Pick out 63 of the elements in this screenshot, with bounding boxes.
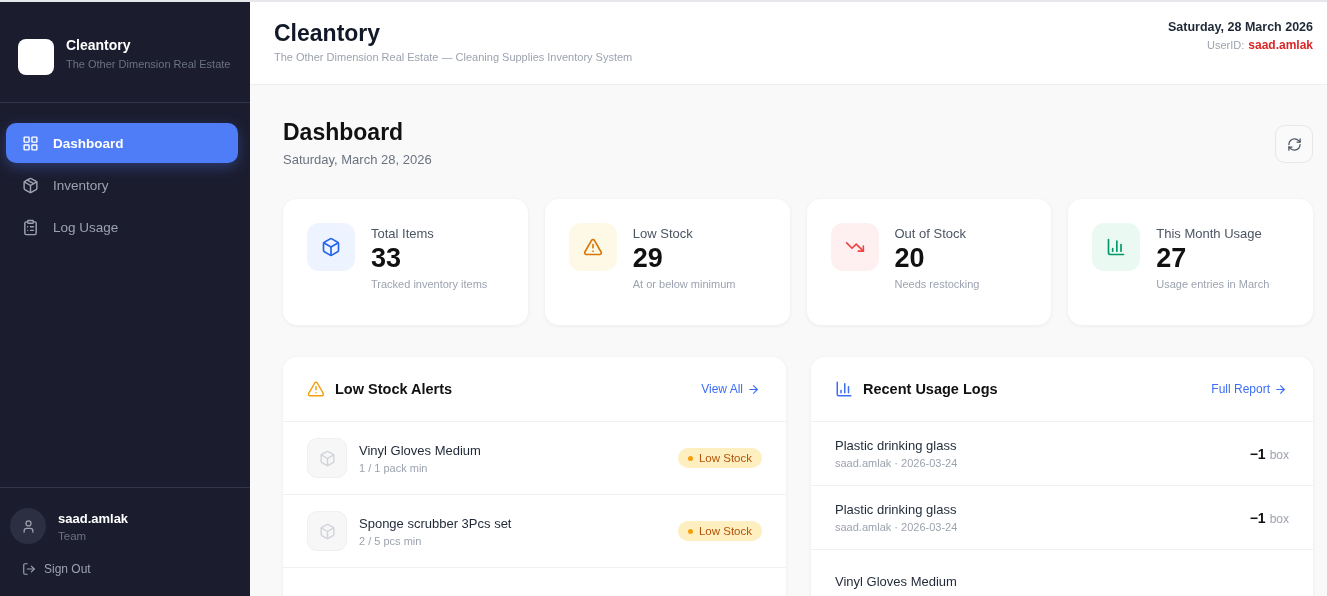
stat-note: At or below minimum	[632, 278, 736, 290]
log-item-name: Plastic drinking glass	[835, 438, 958, 453]
stat-value: 27	[1156, 243, 1188, 274]
nav-item[interactable]: Dashboard	[6, 123, 238, 163]
user-icon	[20, 518, 36, 534]
app-subtitle: The Other Dimension Real Estate — Cleaning Supplies Inventory System	[274, 51, 633, 63]
log-item-name: Vinyl Gloves Medium	[835, 574, 958, 589]
logo-image	[18, 39, 54, 75]
app-title: Cleantory	[274, 20, 382, 47]
item-detail: 2 / 5 pcs min	[359, 534, 423, 547]
full-report-link[interactable]: Full Report	[1211, 382, 1287, 396]
status-badge: Low Stock	[677, 521, 762, 541]
grid-icon	[22, 134, 39, 152]
brand-subtitle: The Other Dimension Real Estate	[66, 57, 231, 72]
quantity: −1	[1249, 509, 1266, 526]
log-item-name: Plastic drinking glass	[835, 502, 958, 517]
header-date: Saturday, 28 March 2026	[1168, 20, 1313, 34]
user-id: saad.amlak	[1248, 38, 1313, 52]
bar-chart-icon	[1106, 237, 1127, 257]
arrow-right-icon	[1274, 382, 1287, 396]
item-name: Vinyl Gloves Medium	[359, 442, 482, 458]
arrow-right-icon	[747, 382, 760, 396]
box-icon	[318, 449, 336, 467]
nav-item[interactable]: Inventory	[6, 165, 238, 205]
logout-icon	[22, 562, 36, 576]
warning-icon	[582, 237, 603, 257]
warning-icon	[307, 380, 325, 398]
page-title: Dashboard	[283, 119, 405, 146]
log-detail: saad.amlak · 2026-03-24	[835, 521, 959, 533]
box-icon	[318, 522, 336, 540]
user-name: saad.amlak	[58, 510, 129, 526]
page-date: Saturday, March 28, 2026	[283, 152, 432, 167]
stat-label: Total Items	[371, 226, 435, 241]
stat-value: 20	[894, 243, 926, 274]
status-badge: Low Stock	[677, 448, 762, 468]
stat-value: 29	[632, 243, 664, 274]
item-name: Sponge scrubber 3Pcs set	[359, 515, 513, 531]
panel-title: Low Stock Alerts	[335, 381, 453, 397]
stat-note: Usage entries in March	[1156, 278, 1270, 290]
stat-label: Low Stock	[632, 226, 694, 241]
bar-chart-icon	[835, 380, 853, 398]
stat-note: Tracked inventory items	[371, 278, 488, 290]
stat-value: 33	[371, 243, 403, 274]
panel-title: Recent Usage Logs	[863, 381, 998, 397]
clipboard-icon	[22, 218, 39, 236]
quantity: −1	[1249, 445, 1266, 462]
log-detail: saad.amlak · 2026-03-24	[835, 457, 959, 469]
stat-label: This Month Usage	[1156, 226, 1263, 241]
stat-note: Needs restocking	[894, 278, 980, 290]
unit: box	[1269, 447, 1289, 462]
sign-out-link[interactable]: Sign Out	[10, 562, 240, 576]
stat-label: Out of Stock	[894, 226, 968, 241]
box-icon	[22, 176, 39, 194]
view-all-link[interactable]: View All	[701, 382, 760, 396]
nav-item[interactable]: Log Usage	[6, 207, 238, 247]
user-role: Team	[58, 529, 88, 542]
refresh-icon	[1286, 136, 1302, 152]
user-id-label: UserID:	[1207, 39, 1245, 51]
brand-name: Cleantory	[66, 37, 132, 53]
box-icon	[321, 237, 341, 257]
refresh-button[interactable]	[1275, 125, 1313, 163]
item-detail: 1 / 1 pack min	[359, 461, 429, 474]
unit: box	[1269, 511, 1289, 526]
